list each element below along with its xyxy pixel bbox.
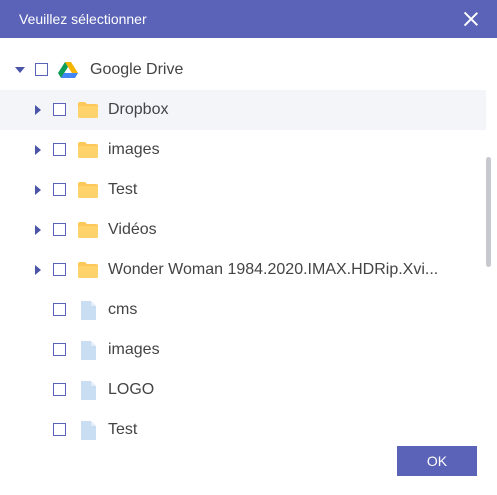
file-row[interactable]: Test: [0, 410, 486, 450]
folder-icon: [78, 142, 98, 158]
tree-root-row[interactable]: Google Drive: [0, 50, 486, 90]
item-label: LOGO: [108, 381, 155, 398]
vertical-scrollbar[interactable]: [486, 157, 491, 267]
item-label: Dropbox: [108, 101, 169, 118]
item-checkbox[interactable]: [53, 423, 66, 436]
item-label: cms: [108, 301, 138, 318]
item-checkbox[interactable]: [53, 343, 66, 356]
select-dialog: Veuillez sélectionner Google Drive Dropb…: [0, 0, 497, 495]
item-label: images: [108, 341, 160, 358]
folder-row[interactable]: Dropbox: [0, 90, 486, 130]
root-checkbox[interactable]: [35, 63, 48, 76]
item-label: Wonder Woman 1984.2020.IMAX.HDRip.Xvi...: [108, 261, 439, 278]
folder-icon: [78, 262, 98, 278]
caret-right-icon[interactable]: [35, 225, 41, 235]
item-checkbox[interactable]: [53, 103, 66, 116]
folder-icon: [78, 222, 98, 238]
item-checkbox[interactable]: [53, 143, 66, 156]
tree-root-label: Google Drive: [90, 61, 184, 78]
caret-right-icon[interactable]: [35, 105, 41, 115]
dialog-titlebar: Veuillez sélectionner: [0, 0, 497, 38]
item-label: Vidéos: [108, 221, 157, 238]
file-row[interactable]: cms: [0, 290, 486, 330]
dialog-title: Veuillez sélectionner: [19, 11, 147, 27]
folder-row[interactable]: Test: [0, 170, 486, 210]
caret-right-icon[interactable]: [35, 265, 41, 275]
file-row[interactable]: LOGO: [0, 370, 486, 410]
folder-tree: Google Drive Dropbox images Test Vidéos Wond…: [0, 50, 486, 450]
folder-row[interactable]: Vidéos: [0, 210, 486, 250]
item-checkbox[interactable]: [53, 383, 66, 396]
folder-row[interactable]: images: [0, 130, 486, 170]
folder-icon: [78, 102, 98, 118]
file-icon: [81, 341, 96, 360]
caret-right-icon[interactable]: [35, 185, 41, 195]
caret-right-icon[interactable]: [35, 145, 41, 155]
item-checkbox[interactable]: [53, 263, 66, 276]
caret-down-icon[interactable]: [15, 67, 25, 73]
item-checkbox[interactable]: [53, 223, 66, 236]
folder-row[interactable]: Wonder Woman 1984.2020.IMAX.HDRip.Xvi...: [0, 250, 486, 290]
file-icon: [81, 381, 96, 400]
item-checkbox[interactable]: [53, 303, 66, 316]
item-label: images: [108, 141, 160, 158]
item-label: Test: [108, 421, 138, 438]
google-drive-icon: [58, 62, 78, 78]
file-icon: [81, 301, 96, 320]
file-row[interactable]: images: [0, 330, 486, 370]
close-icon[interactable]: [463, 11, 479, 27]
folder-icon: [78, 182, 98, 198]
item-checkbox[interactable]: [53, 183, 66, 196]
item-label: Test: [108, 181, 138, 198]
ok-button[interactable]: OK: [397, 446, 477, 476]
file-icon: [81, 421, 96, 440]
